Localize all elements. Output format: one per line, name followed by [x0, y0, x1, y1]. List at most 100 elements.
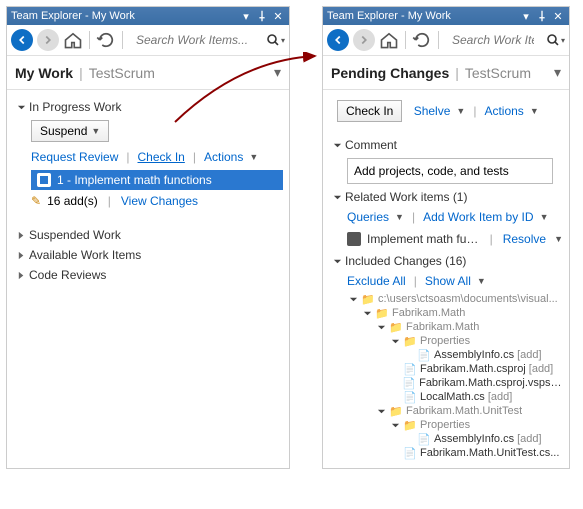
close-icon[interactable]: ✕ [271, 9, 285, 23]
separator: | [414, 274, 417, 288]
separator: | [455, 65, 459, 81]
actions-link[interactable]: Actions [484, 104, 523, 118]
tree-folder-root[interactable]: 📁c:\users\ctsoasm\documents\visual... [347, 292, 563, 306]
search-box[interactable] [129, 29, 261, 51]
separator: | [108, 194, 111, 208]
tree-file[interactable]: 📄Fabrikam.Math.UnitTest.cs... [389, 446, 563, 460]
separator: | [490, 232, 493, 246]
tree-file[interactable]: 📄Fabrikam.Math.csproj.vspscc... [389, 376, 563, 390]
pin-icon[interactable] [535, 9, 549, 23]
search-button[interactable]: ▾ [545, 30, 565, 50]
suspend-button[interactable]: Suspend▼ [31, 120, 109, 142]
comment-section[interactable]: Comment [329, 136, 563, 154]
available-work-items-section[interactable]: Available Work Items [13, 246, 283, 264]
chevron-down-icon[interactable]: ▼ [530, 106, 539, 116]
code-reviews-section[interactable]: Code Reviews [13, 266, 283, 284]
file-icon: 📄 [403, 391, 417, 403]
work-item-icon [37, 173, 51, 187]
tree-folder[interactable]: 📁Fabrikam.Math [375, 320, 563, 334]
view-changes-link[interactable]: View Changes [121, 194, 198, 208]
home-button[interactable] [63, 30, 83, 50]
page-title: My Work [15, 65, 73, 81]
work-item-icon [347, 232, 361, 246]
separator: | [126, 150, 129, 164]
tree-label: Fabrikam.Math.UnitTest [406, 405, 522, 417]
forward-button [353, 29, 375, 51]
comment-input[interactable] [352, 163, 552, 179]
file-icon: 📄 [403, 447, 417, 459]
expander-icon [347, 295, 359, 304]
tree-folder[interactable]: 📁Properties [389, 418, 563, 432]
home-button[interactable] [379, 30, 399, 50]
tree-label: AssemblyInfo.cs [434, 433, 514, 445]
changes-row: ✎ 16 add(s) | View Changes [13, 192, 283, 210]
back-button[interactable] [11, 29, 33, 51]
folder-icon: 📁 [389, 321, 403, 333]
file-action: [add] [517, 349, 541, 361]
close-icon[interactable]: ✕ [551, 9, 565, 23]
included-changes-section[interactable]: Included Changes (16) [329, 252, 563, 270]
tree-file[interactable]: 📄Fabrikam.Math.csproj[add] [389, 362, 563, 376]
chevron-down-icon[interactable]: ▼ [249, 152, 258, 162]
work-item-row[interactable]: Implement math funct... | Resolve ▼ [329, 228, 563, 250]
titlebar-right: Team Explorer - My Work ▾ ✕ [323, 7, 569, 25]
check-in-button[interactable]: Check In [337, 100, 402, 122]
queries-link[interactable]: Queries [347, 210, 389, 224]
show-all-link[interactable]: Show All [425, 274, 471, 288]
tree-folder[interactable]: 📁Properties [389, 334, 563, 348]
tree-file[interactable]: 📄AssemblyInfo.cs[add] [403, 432, 563, 446]
request-review-link[interactable]: Request Review [31, 150, 118, 164]
section-label: Code Reviews [29, 268, 106, 282]
check-in-link[interactable]: Check In [138, 150, 185, 164]
separator: | [193, 150, 196, 164]
adds-count: 16 add(s) [47, 194, 98, 208]
folder-icon: 📁 [403, 335, 417, 347]
expander-icon [331, 193, 343, 202]
expander-icon [331, 257, 343, 266]
search-input[interactable] [450, 32, 536, 48]
header-menu-button[interactable]: ▾ [554, 64, 561, 81]
chevron-down-icon[interactable]: ▼ [477, 276, 486, 286]
expander-icon [389, 421, 401, 430]
back-button[interactable] [327, 29, 349, 51]
shelve-link[interactable]: Shelve [414, 104, 451, 118]
suspended-work-section[interactable]: Suspended Work [13, 226, 283, 244]
section-label: Included Changes (16) [345, 254, 466, 268]
exclude-all-link[interactable]: Exclude All [347, 274, 406, 288]
tree-label: Properties [420, 335, 470, 347]
tree-file[interactable]: 📄AssemblyInfo.cs[add] [403, 348, 563, 362]
actions-link[interactable]: Actions [204, 150, 243, 164]
refresh-button[interactable] [96, 30, 116, 50]
chevron-down-icon[interactable]: ▼ [456, 106, 465, 116]
file-action: [add] [529, 363, 553, 375]
file-action: [add] [488, 391, 512, 403]
search-input[interactable] [134, 32, 256, 48]
search-button[interactable]: ▾ [265, 30, 285, 50]
separator: | [473, 104, 476, 118]
resolve-link[interactable]: Resolve [503, 232, 546, 246]
section-label: Related Work items (1) [345, 190, 467, 204]
chevron-down-icon[interactable]: ▼ [395, 212, 404, 222]
folder-icon: 📁 [389, 405, 403, 417]
add-work-item-link[interactable]: Add Work Item by ID [423, 210, 533, 224]
chevron-down-icon[interactable]: ▼ [540, 212, 549, 222]
tree-folder[interactable]: 📁Fabrikam.Math [361, 306, 563, 320]
separator [405, 31, 406, 49]
dropdown-icon[interactable]: ▾ [239, 9, 253, 23]
pin-icon[interactable] [255, 9, 269, 23]
tree-file[interactable]: 📄LocalMath.cs[add] [389, 390, 563, 404]
page-subtitle: TestScrum [465, 65, 554, 81]
folder-icon: 📁 [361, 293, 375, 305]
expander-icon [389, 337, 401, 346]
in-progress-work-section[interactable]: In Progress Work [13, 98, 283, 116]
search-box[interactable] [445, 29, 541, 51]
related-work-items-section[interactable]: Related Work items (1) [329, 188, 563, 206]
refresh-button[interactable] [412, 30, 432, 50]
tree-folder[interactable]: 📁Fabrikam.Math.UnitTest [375, 404, 563, 418]
work-item-selected[interactable]: 1 - Implement math functions [31, 170, 283, 190]
toolbar-left: ▾ [7, 25, 289, 56]
header-menu-button[interactable]: ▾ [274, 64, 281, 81]
chevron-down-icon[interactable]: ▼ [554, 234, 563, 244]
tree-label: Properties [420, 419, 470, 431]
dropdown-icon[interactable]: ▾ [519, 9, 533, 23]
